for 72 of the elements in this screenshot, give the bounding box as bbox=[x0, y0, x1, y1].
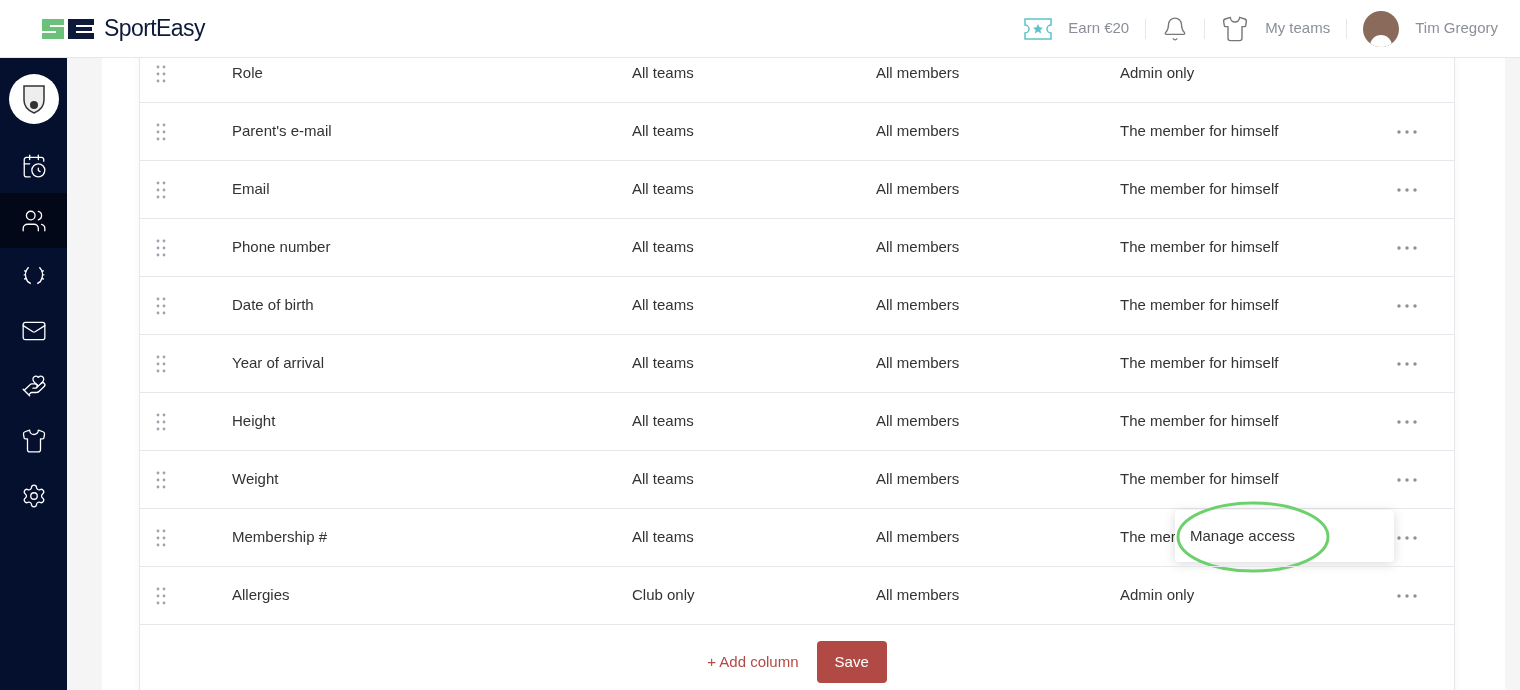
access-cell: The member for himself bbox=[1120, 122, 1279, 140]
access-cell: The mer bbox=[1120, 528, 1176, 546]
access-cell: Admin only bbox=[1120, 586, 1195, 604]
sidebar-item[interactable] bbox=[0, 193, 67, 248]
club-logo[interactable] bbox=[8, 74, 59, 124]
members-cell-text: All members bbox=[876, 121, 961, 142]
drag-handle-icon[interactable] bbox=[156, 528, 166, 547]
members-cell-text: All members bbox=[876, 179, 961, 200]
access-cell: The member for himself bbox=[1120, 296, 1279, 314]
field-name: Weight bbox=[232, 469, 280, 490]
drag-handle-icon[interactable] bbox=[156, 586, 166, 605]
members-cell-text: All members bbox=[876, 295, 961, 316]
drag-handle-icon[interactable] bbox=[156, 238, 166, 257]
more-icon[interactable] bbox=[1397, 129, 1417, 134]
more-icon[interactable] bbox=[1397, 419, 1417, 424]
field-name: Year of arrival bbox=[232, 353, 325, 374]
field-name: Email bbox=[232, 179, 271, 200]
more-icon[interactable] bbox=[1397, 187, 1417, 192]
drag-handle-icon[interactable] bbox=[156, 470, 166, 489]
members-cell-text: All members bbox=[876, 469, 961, 490]
access-cell: Admin only bbox=[1120, 64, 1195, 82]
teams-cell-text: All teams bbox=[632, 63, 695, 84]
save-button[interactable]: Save bbox=[816, 641, 887, 683]
members-cell-text: All members bbox=[876, 411, 961, 432]
teams-cell-text: All teams bbox=[632, 179, 695, 200]
more-icon[interactable] bbox=[1397, 593, 1417, 598]
field-name: Membership # bbox=[232, 527, 329, 548]
access-cell: The member for himself bbox=[1120, 180, 1279, 198]
access-cell: The member for himself bbox=[1120, 354, 1279, 372]
add-column-link[interactable]: + Add column bbox=[707, 650, 799, 674]
teams-cell-text: All teams bbox=[632, 411, 695, 432]
teams-cell-text: Club only bbox=[632, 585, 696, 606]
access-cell: The member for himself bbox=[1120, 470, 1279, 488]
field-name: Role bbox=[232, 63, 264, 84]
shirt-icon bbox=[20, 427, 47, 454]
field-name: Date of birth bbox=[232, 295, 315, 316]
teams-cell-text: All teams bbox=[632, 121, 695, 142]
drag-handle-icon[interactable] bbox=[156, 412, 166, 431]
more-icon[interactable] bbox=[1397, 535, 1417, 540]
shirt-icon[interactable] bbox=[1221, 14, 1250, 43]
field-name: Parent's e-mail bbox=[232, 121, 333, 142]
drag-handle-icon[interactable] bbox=[156, 180, 166, 199]
members-cell-text: All members bbox=[876, 527, 961, 548]
drag-handle-icon[interactable] bbox=[156, 122, 166, 141]
field-name: Allergies bbox=[232, 585, 291, 606]
members-cell-text: All members bbox=[876, 585, 961, 606]
teams-cell-text: All teams bbox=[632, 353, 695, 374]
drag-handle-icon[interactable] bbox=[156, 296, 166, 315]
more-icon[interactable] bbox=[1397, 303, 1417, 308]
more-icon[interactable] bbox=[1397, 477, 1417, 482]
more-icon[interactable] bbox=[1397, 361, 1417, 366]
field-name: Height bbox=[232, 411, 277, 432]
members-cell-text: All members bbox=[876, 353, 961, 374]
earn-link[interactable]: Earn €20 bbox=[1068, 17, 1130, 40]
teams-cell-text: All teams bbox=[632, 527, 695, 548]
my-teams-link[interactable]: My teams bbox=[1265, 17, 1331, 40]
teams-cell-text: All teams bbox=[632, 295, 695, 316]
user-name[interactable]: Tim Gregory bbox=[1415, 17, 1498, 40]
access-cell: The member for himself bbox=[1120, 238, 1279, 256]
drag-handle-icon[interactable] bbox=[156, 354, 166, 373]
access-cell: The member for himself bbox=[1120, 412, 1279, 430]
more-icon[interactable] bbox=[1397, 245, 1417, 250]
brand-name: SportEasy bbox=[104, 14, 205, 44]
teams-cell-text: All teams bbox=[632, 469, 695, 490]
members-cell-text: All members bbox=[876, 237, 961, 258]
ticket-icon[interactable] bbox=[1024, 17, 1053, 40]
field-name: Phone number bbox=[232, 237, 332, 258]
teams-cell-text: All teams bbox=[632, 237, 695, 258]
drag-handle-icon[interactable] bbox=[156, 64, 166, 83]
members-cell-text: All members bbox=[876, 63, 961, 84]
user-avatar[interactable] bbox=[1363, 10, 1400, 47]
crest-icon bbox=[20, 83, 47, 115]
